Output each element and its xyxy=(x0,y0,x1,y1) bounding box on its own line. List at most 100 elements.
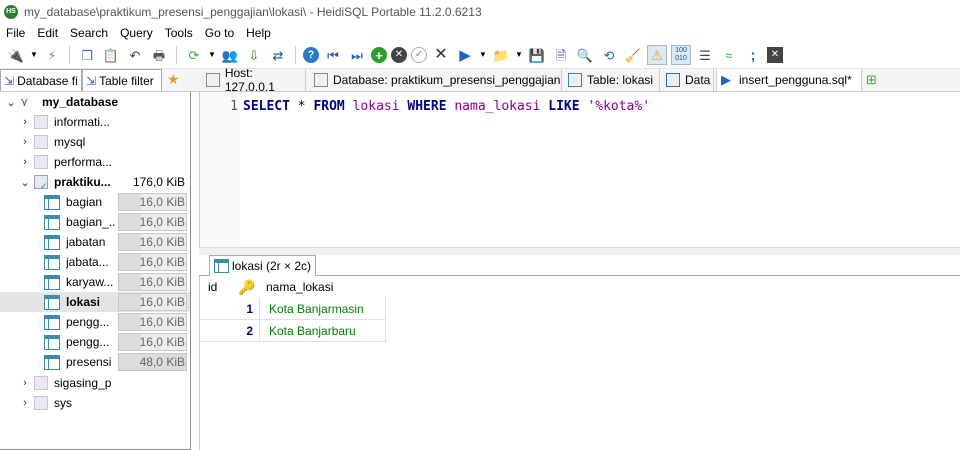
tree-node-database-active[interactable]: ⌄ ✓ praktiku... 176,0 KiB xyxy=(0,172,190,192)
chevron-right-icon[interactable]: › xyxy=(20,377,30,389)
run-icon[interactable]: ▶ xyxy=(455,45,475,65)
open-file-icon[interactable]: 📁 xyxy=(491,45,511,65)
save-icon[interactable]: 💾 xyxy=(527,45,547,65)
filter-icon: ⇲ xyxy=(4,73,15,88)
user-manager-icon[interactable]: 👥 xyxy=(220,45,240,65)
menu-file[interactable]: File xyxy=(6,26,25,40)
chevron-right-icon[interactable]: › xyxy=(20,156,30,168)
menu-edit[interactable]: Edit xyxy=(37,26,58,40)
dropdown-icon[interactable]: ▼ xyxy=(208,45,216,65)
undo-icon[interactable]: ↶ xyxy=(125,45,145,65)
insert-icon[interactable]: + xyxy=(371,47,387,63)
copy-icon[interactable]: ❐ xyxy=(77,45,97,65)
tree-node-table[interactable]: pengg... 16,0 KiB xyxy=(0,312,190,332)
cell-nama-lokasi[interactable]: Kota Banjarbaru xyxy=(260,320,386,342)
cell-id[interactable]: 2 xyxy=(200,320,260,342)
save-as-icon[interactable]: 🗎 xyxy=(551,45,571,65)
export-icon[interactable]: ⇄ xyxy=(268,45,288,65)
tree-node-root[interactable]: ⌄ ⋎ my_database xyxy=(0,92,190,112)
table-size-fill xyxy=(119,274,142,290)
new-query-tab-icon[interactable]: ⊞ xyxy=(866,72,877,88)
cancel-icon[interactable]: ✕ xyxy=(391,47,407,63)
print-icon[interactable]: 🖶 xyxy=(149,45,169,65)
table-size: 16,0 KiB xyxy=(139,295,185,309)
pane-splitter[interactable] xyxy=(199,247,960,255)
tab-data[interactable]: Data xyxy=(662,69,714,91)
dropdown-icon[interactable]: ▼ xyxy=(479,45,487,65)
format-icon[interactable]: ≈ xyxy=(719,45,739,65)
menu-goto[interactable]: Go to xyxy=(205,26,234,40)
grid-icon xyxy=(666,73,680,87)
tab-database-filter[interactable]: ⇲ Database fi xyxy=(0,69,82,91)
tree-table-label: pengg... xyxy=(66,335,110,349)
tree-node-database[interactable]: › sigasing_p xyxy=(0,373,190,393)
binary-icon[interactable]: 100 010 xyxy=(671,45,691,65)
heidisql-logo-icon: HS xyxy=(4,4,18,19)
tree-node-database[interactable]: › mysql xyxy=(0,132,190,152)
sql-code-line[interactable]: SELECT * FROM lokasi WHERE nama_lokasi L… xyxy=(243,99,650,114)
dropdown-icon[interactable]: ▼ xyxy=(515,45,523,65)
first-icon[interactable]: ⏮ xyxy=(323,45,343,65)
plug-icon[interactable]: 🔌 xyxy=(6,45,26,65)
tree-node-table[interactable]: pengg... 16,0 KiB xyxy=(0,332,190,352)
close-icon[interactable]: ✕ xyxy=(767,47,783,63)
tree-node-database[interactable]: › informati... xyxy=(0,112,190,132)
tree-node-table[interactable]: jabatan 16,0 KiB xyxy=(0,232,190,252)
sql-token: FROM xyxy=(313,99,345,114)
tree-node-table[interactable]: bagian_... 16,0 KiB xyxy=(0,212,190,232)
column-header-id[interactable]: id xyxy=(208,276,217,298)
result-grid[interactable]: id 🔑 nama_lokasi 1 Kota Banjarmasin 2 Kota … xyxy=(199,276,960,450)
delete-icon[interactable]: ✕ xyxy=(431,45,451,65)
cell-id[interactable]: 1 xyxy=(200,298,260,320)
tree-node-table[interactable]: bagian 16,0 KiB xyxy=(0,192,190,212)
semicolon-icon[interactable]: ; xyxy=(743,45,763,65)
chevron-right-icon[interactable]: › xyxy=(20,136,30,148)
sql-editor[interactable]: 1 SELECT * FROM lokasi WHERE nama_lokasi… xyxy=(199,92,960,247)
toolbar-separator xyxy=(176,46,177,64)
chevron-down-icon[interactable]: ⌄ xyxy=(6,96,16,109)
menu-query[interactable]: Query xyxy=(120,26,153,40)
result-tab[interactable]: lokasi (2r × 2c) xyxy=(209,255,317,276)
last-icon[interactable]: ⏭ xyxy=(347,45,367,65)
chevron-down-icon[interactable]: ⌄ xyxy=(20,176,30,189)
tree-node-database[interactable]: › sys xyxy=(0,393,190,413)
tab-query[interactable]: ▶ insert_pengguna.sql* xyxy=(716,69,862,91)
star-icon[interactable]: ★ xyxy=(167,71,180,88)
column-header-nama-lokasi[interactable]: nama_lokasi xyxy=(266,276,333,298)
tree-node-table[interactable]: lokasi 16,0 KiB xyxy=(0,292,190,312)
menu-tools[interactable]: Tools xyxy=(165,26,193,40)
cell-nama-lokasi[interactable]: Kota Banjarmasin xyxy=(260,298,386,320)
dropdown-icon[interactable]: ▼ xyxy=(30,45,38,65)
menu-help[interactable]: Help xyxy=(246,26,271,40)
tab-database[interactable]: Database: praktikum_presensi_penggajian xyxy=(310,69,562,91)
tree-node-database[interactable]: › performa... xyxy=(0,152,190,172)
tab-host[interactable]: Host: 127.0.0.1 xyxy=(202,66,306,94)
sql-token: SELECT xyxy=(243,99,290,114)
import-icon[interactable]: ⇩ xyxy=(244,45,264,65)
paste-icon[interactable]: 📋 xyxy=(101,45,121,65)
database-icon xyxy=(314,73,328,87)
tree-node-table[interactable]: karyaw... 16,0 KiB xyxy=(0,272,190,292)
chevron-right-icon[interactable]: › xyxy=(20,116,30,128)
host-icon xyxy=(206,73,220,87)
warning-icon[interactable]: ⚠ xyxy=(647,45,667,65)
tree-database-label: informati... xyxy=(54,115,111,129)
tab-table[interactable]: Table: lokasi xyxy=(564,69,660,91)
toolbar-separator xyxy=(295,46,296,64)
help-icon[interactable]: ? xyxy=(303,47,319,63)
post-icon[interactable]: ✓ xyxy=(411,47,427,63)
find-icon[interactable]: 🔍 xyxy=(575,45,595,65)
chevron-right-icon[interactable]: › xyxy=(20,397,30,409)
tree-node-table[interactable]: jabata... 16,0 KiB xyxy=(0,252,190,272)
tree-node-table[interactable]: presensi 48,0 KiB xyxy=(0,352,190,372)
database-icon xyxy=(34,376,48,390)
tab-database-filter-label: Database fi xyxy=(17,73,78,88)
table-icon xyxy=(44,254,60,270)
clean-icon[interactable]: 🧹 xyxy=(623,45,643,65)
disconnect-icon[interactable]: ⚡ xyxy=(42,45,62,65)
tab-table-filter[interactable]: ⇲ Table filter xyxy=(82,69,162,91)
refresh-icon[interactable]: ⟳ xyxy=(184,45,204,65)
replace-icon[interactable]: ⟲ xyxy=(599,45,619,65)
menu-search[interactable]: Search xyxy=(70,26,108,40)
wrap-icon[interactable]: ☰ xyxy=(695,45,715,65)
